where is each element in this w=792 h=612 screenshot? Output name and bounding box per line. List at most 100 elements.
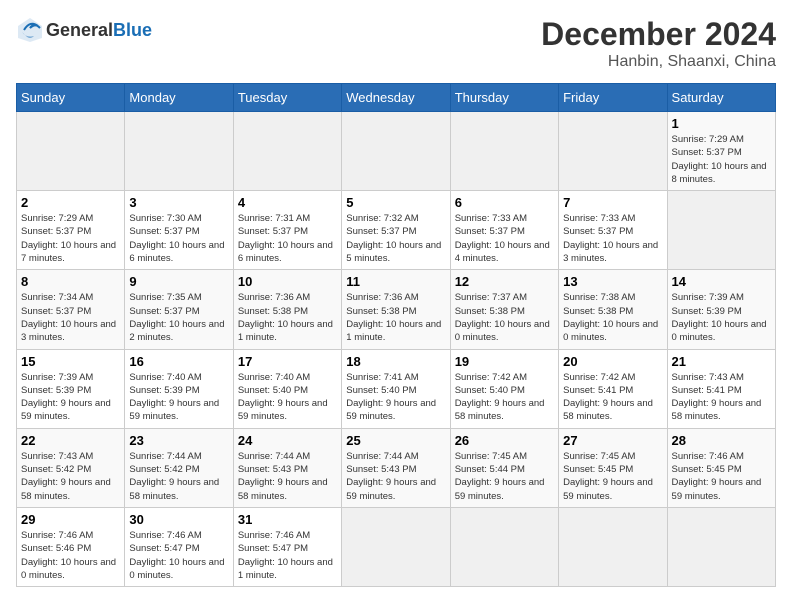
calendar-week-4: 22 Sunrise: 7:43 AM Sunset: 5:42 PM Dayl… (17, 428, 776, 507)
day-info: Sunrise: 7:29 AM Sunset: 5:37 PM Dayligh… (672, 133, 771, 186)
day-info: Sunrise: 7:42 AM Sunset: 5:41 PM Dayligh… (563, 371, 662, 424)
day-info: Sunrise: 7:36 AM Sunset: 5:38 PM Dayligh… (238, 291, 337, 344)
day-number: 25 (346, 433, 445, 448)
header-day-wednesday: Wednesday (342, 84, 450, 112)
logo-icon (16, 16, 44, 44)
day-number: 3 (129, 195, 228, 210)
calendar-cell: 2 Sunrise: 7:29 AM Sunset: 5:37 PM Dayli… (17, 191, 125, 270)
day-number: 10 (238, 274, 337, 289)
calendar-cell: 20 Sunrise: 7:42 AM Sunset: 5:41 PM Dayl… (559, 349, 667, 428)
day-info: Sunrise: 7:45 AM Sunset: 5:44 PM Dayligh… (455, 450, 554, 503)
calendar-cell (559, 112, 667, 191)
day-info: Sunrise: 7:30 AM Sunset: 5:37 PM Dayligh… (129, 212, 228, 265)
header-day-tuesday: Tuesday (233, 84, 341, 112)
day-number: 28 (672, 433, 771, 448)
day-info: Sunrise: 7:40 AM Sunset: 5:40 PM Dayligh… (238, 371, 337, 424)
calendar-cell: 24 Sunrise: 7:44 AM Sunset: 5:43 PM Dayl… (233, 428, 341, 507)
day-number: 7 (563, 195, 662, 210)
logo-text: GeneralBlue (46, 20, 152, 41)
calendar-cell: 10 Sunrise: 7:36 AM Sunset: 5:38 PM Dayl… (233, 270, 341, 349)
day-info: Sunrise: 7:42 AM Sunset: 5:40 PM Dayligh… (455, 371, 554, 424)
day-number: 22 (21, 433, 120, 448)
location-title: Hanbin, Shaanxi, China (541, 53, 776, 71)
calendar-cell: 14 Sunrise: 7:39 AM Sunset: 5:39 PM Dayl… (667, 270, 775, 349)
day-number: 6 (455, 195, 554, 210)
calendar-cell: 5 Sunrise: 7:32 AM Sunset: 5:37 PM Dayli… (342, 191, 450, 270)
calendar-cell: 28 Sunrise: 7:46 AM Sunset: 5:45 PM Dayl… (667, 428, 775, 507)
day-number: 16 (129, 354, 228, 369)
header-day-monday: Monday (125, 84, 233, 112)
day-number: 30 (129, 512, 228, 527)
calendar-table: SundayMondayTuesdayWednesdayThursdayFrid… (16, 83, 776, 587)
calendar-cell: 15 Sunrise: 7:39 AM Sunset: 5:39 PM Dayl… (17, 349, 125, 428)
day-info: Sunrise: 7:32 AM Sunset: 5:37 PM Dayligh… (346, 212, 445, 265)
calendar-cell (450, 507, 558, 586)
day-info: Sunrise: 7:46 AM Sunset: 5:45 PM Dayligh… (672, 450, 771, 503)
calendar-cell (667, 191, 775, 270)
logo-general: General (46, 20, 113, 40)
day-number: 20 (563, 354, 662, 369)
day-number: 4 (238, 195, 337, 210)
day-info: Sunrise: 7:34 AM Sunset: 5:37 PM Dayligh… (21, 291, 120, 344)
day-number: 24 (238, 433, 337, 448)
day-info: Sunrise: 7:46 AM Sunset: 5:47 PM Dayligh… (238, 529, 337, 582)
day-info: Sunrise: 7:46 AM Sunset: 5:47 PM Dayligh… (129, 529, 228, 582)
calendar-cell: 30 Sunrise: 7:46 AM Sunset: 5:47 PM Dayl… (125, 507, 233, 586)
calendar-header-row: SundayMondayTuesdayWednesdayThursdayFrid… (17, 84, 776, 112)
day-info: Sunrise: 7:39 AM Sunset: 5:39 PM Dayligh… (672, 291, 771, 344)
day-number: 23 (129, 433, 228, 448)
day-info: Sunrise: 7:44 AM Sunset: 5:43 PM Dayligh… (346, 450, 445, 503)
day-info: Sunrise: 7:37 AM Sunset: 5:38 PM Dayligh… (455, 291, 554, 344)
calendar-cell: 26 Sunrise: 7:45 AM Sunset: 5:44 PM Dayl… (450, 428, 558, 507)
calendar-cell: 9 Sunrise: 7:35 AM Sunset: 5:37 PM Dayli… (125, 270, 233, 349)
day-number: 13 (563, 274, 662, 289)
calendar-cell (125, 112, 233, 191)
day-info: Sunrise: 7:44 AM Sunset: 5:43 PM Dayligh… (238, 450, 337, 503)
day-info: Sunrise: 7:29 AM Sunset: 5:37 PM Dayligh… (21, 212, 120, 265)
calendar-cell: 3 Sunrise: 7:30 AM Sunset: 5:37 PM Dayli… (125, 191, 233, 270)
day-info: Sunrise: 7:35 AM Sunset: 5:37 PM Dayligh… (129, 291, 228, 344)
calendar-cell: 17 Sunrise: 7:40 AM Sunset: 5:40 PM Dayl… (233, 349, 341, 428)
calendar-cell: 7 Sunrise: 7:33 AM Sunset: 5:37 PM Dayli… (559, 191, 667, 270)
calendar-cell (450, 112, 558, 191)
day-info: Sunrise: 7:41 AM Sunset: 5:40 PM Dayligh… (346, 371, 445, 424)
calendar-cell (17, 112, 125, 191)
day-info: Sunrise: 7:45 AM Sunset: 5:45 PM Dayligh… (563, 450, 662, 503)
day-number: 1 (672, 116, 771, 131)
header-day-saturday: Saturday (667, 84, 775, 112)
day-number: 31 (238, 512, 337, 527)
day-info: Sunrise: 7:46 AM Sunset: 5:46 PM Dayligh… (21, 529, 120, 582)
day-number: 12 (455, 274, 554, 289)
day-number: 26 (455, 433, 554, 448)
day-info: Sunrise: 7:44 AM Sunset: 5:42 PM Dayligh… (129, 450, 228, 503)
calendar-cell (667, 507, 775, 586)
day-number: 27 (563, 433, 662, 448)
day-info: Sunrise: 7:39 AM Sunset: 5:39 PM Dayligh… (21, 371, 120, 424)
day-info: Sunrise: 7:36 AM Sunset: 5:38 PM Dayligh… (346, 291, 445, 344)
calendar-week-3: 15 Sunrise: 7:39 AM Sunset: 5:39 PM Dayl… (17, 349, 776, 428)
calendar-week-1: 2 Sunrise: 7:29 AM Sunset: 5:37 PM Dayli… (17, 191, 776, 270)
day-number: 15 (21, 354, 120, 369)
day-number: 18 (346, 354, 445, 369)
calendar-cell: 8 Sunrise: 7:34 AM Sunset: 5:37 PM Dayli… (17, 270, 125, 349)
logo: GeneralBlue (16, 16, 152, 44)
calendar-cell (342, 507, 450, 586)
day-info: Sunrise: 7:38 AM Sunset: 5:38 PM Dayligh… (563, 291, 662, 344)
day-number: 5 (346, 195, 445, 210)
calendar-cell: 25 Sunrise: 7:44 AM Sunset: 5:43 PM Dayl… (342, 428, 450, 507)
logo-blue: Blue (113, 20, 152, 40)
calendar-cell: 11 Sunrise: 7:36 AM Sunset: 5:38 PM Dayl… (342, 270, 450, 349)
title-section: December 2024 Hanbin, Shaanxi, China (541, 16, 776, 71)
day-info: Sunrise: 7:31 AM Sunset: 5:37 PM Dayligh… (238, 212, 337, 265)
day-number: 2 (21, 195, 120, 210)
calendar-cell: 21 Sunrise: 7:43 AM Sunset: 5:41 PM Dayl… (667, 349, 775, 428)
calendar-cell: 6 Sunrise: 7:33 AM Sunset: 5:37 PM Dayli… (450, 191, 558, 270)
day-number: 9 (129, 274, 228, 289)
calendar-cell: 31 Sunrise: 7:46 AM Sunset: 5:47 PM Dayl… (233, 507, 341, 586)
header-day-friday: Friday (559, 84, 667, 112)
calendar-cell: 27 Sunrise: 7:45 AM Sunset: 5:45 PM Dayl… (559, 428, 667, 507)
day-info: Sunrise: 7:43 AM Sunset: 5:41 PM Dayligh… (672, 371, 771, 424)
day-number: 21 (672, 354, 771, 369)
day-number: 11 (346, 274, 445, 289)
calendar-cell: 13 Sunrise: 7:38 AM Sunset: 5:38 PM Dayl… (559, 270, 667, 349)
